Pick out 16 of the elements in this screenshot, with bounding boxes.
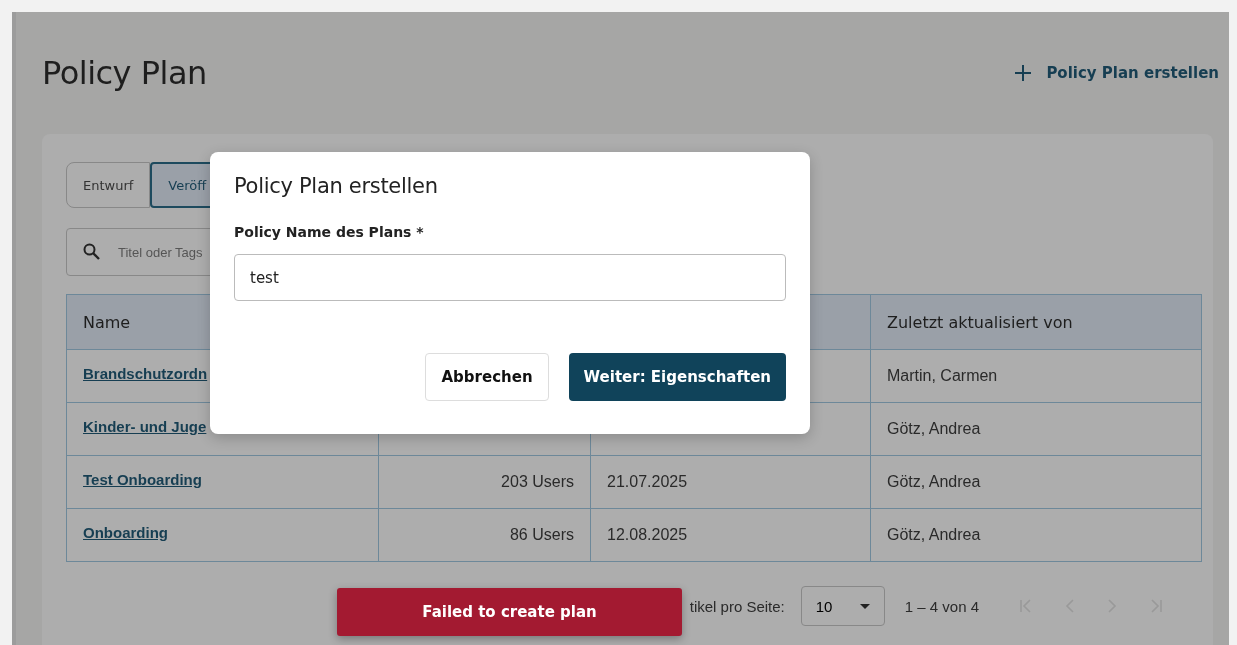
- column-header: Name: [82, 311, 132, 334]
- column-header: Zuletzt aktualisiert von: [870, 295, 1201, 349]
- updated-by-text: Götz, Andrea: [887, 526, 981, 544]
- field-label: Policy Name des Plans *: [234, 224, 425, 240]
- date-text: 12.08.2025: [607, 526, 688, 544]
- users-count: 86 Users: [509, 526, 574, 544]
- page-title: Policy Plan: [42, 54, 207, 92]
- items-per-page-label: tikel pro Seite:: [689, 597, 785, 615]
- date-text: 21.07.2025: [607, 473, 688, 491]
- updated-by-text: Martin, Carmen: [887, 367, 998, 385]
- error-toast: Failed to create plan: [337, 588, 682, 636]
- updated-by-text: Götz, Andrea: [887, 473, 981, 491]
- updated-by-text: Götz, Andrea: [887, 420, 981, 438]
- page-range: 1 – 4 von 4: [904, 597, 979, 615]
- dialog-title: Policy Plan erstellen: [234, 174, 439, 198]
- users-count: 203 Users: [501, 473, 574, 491]
